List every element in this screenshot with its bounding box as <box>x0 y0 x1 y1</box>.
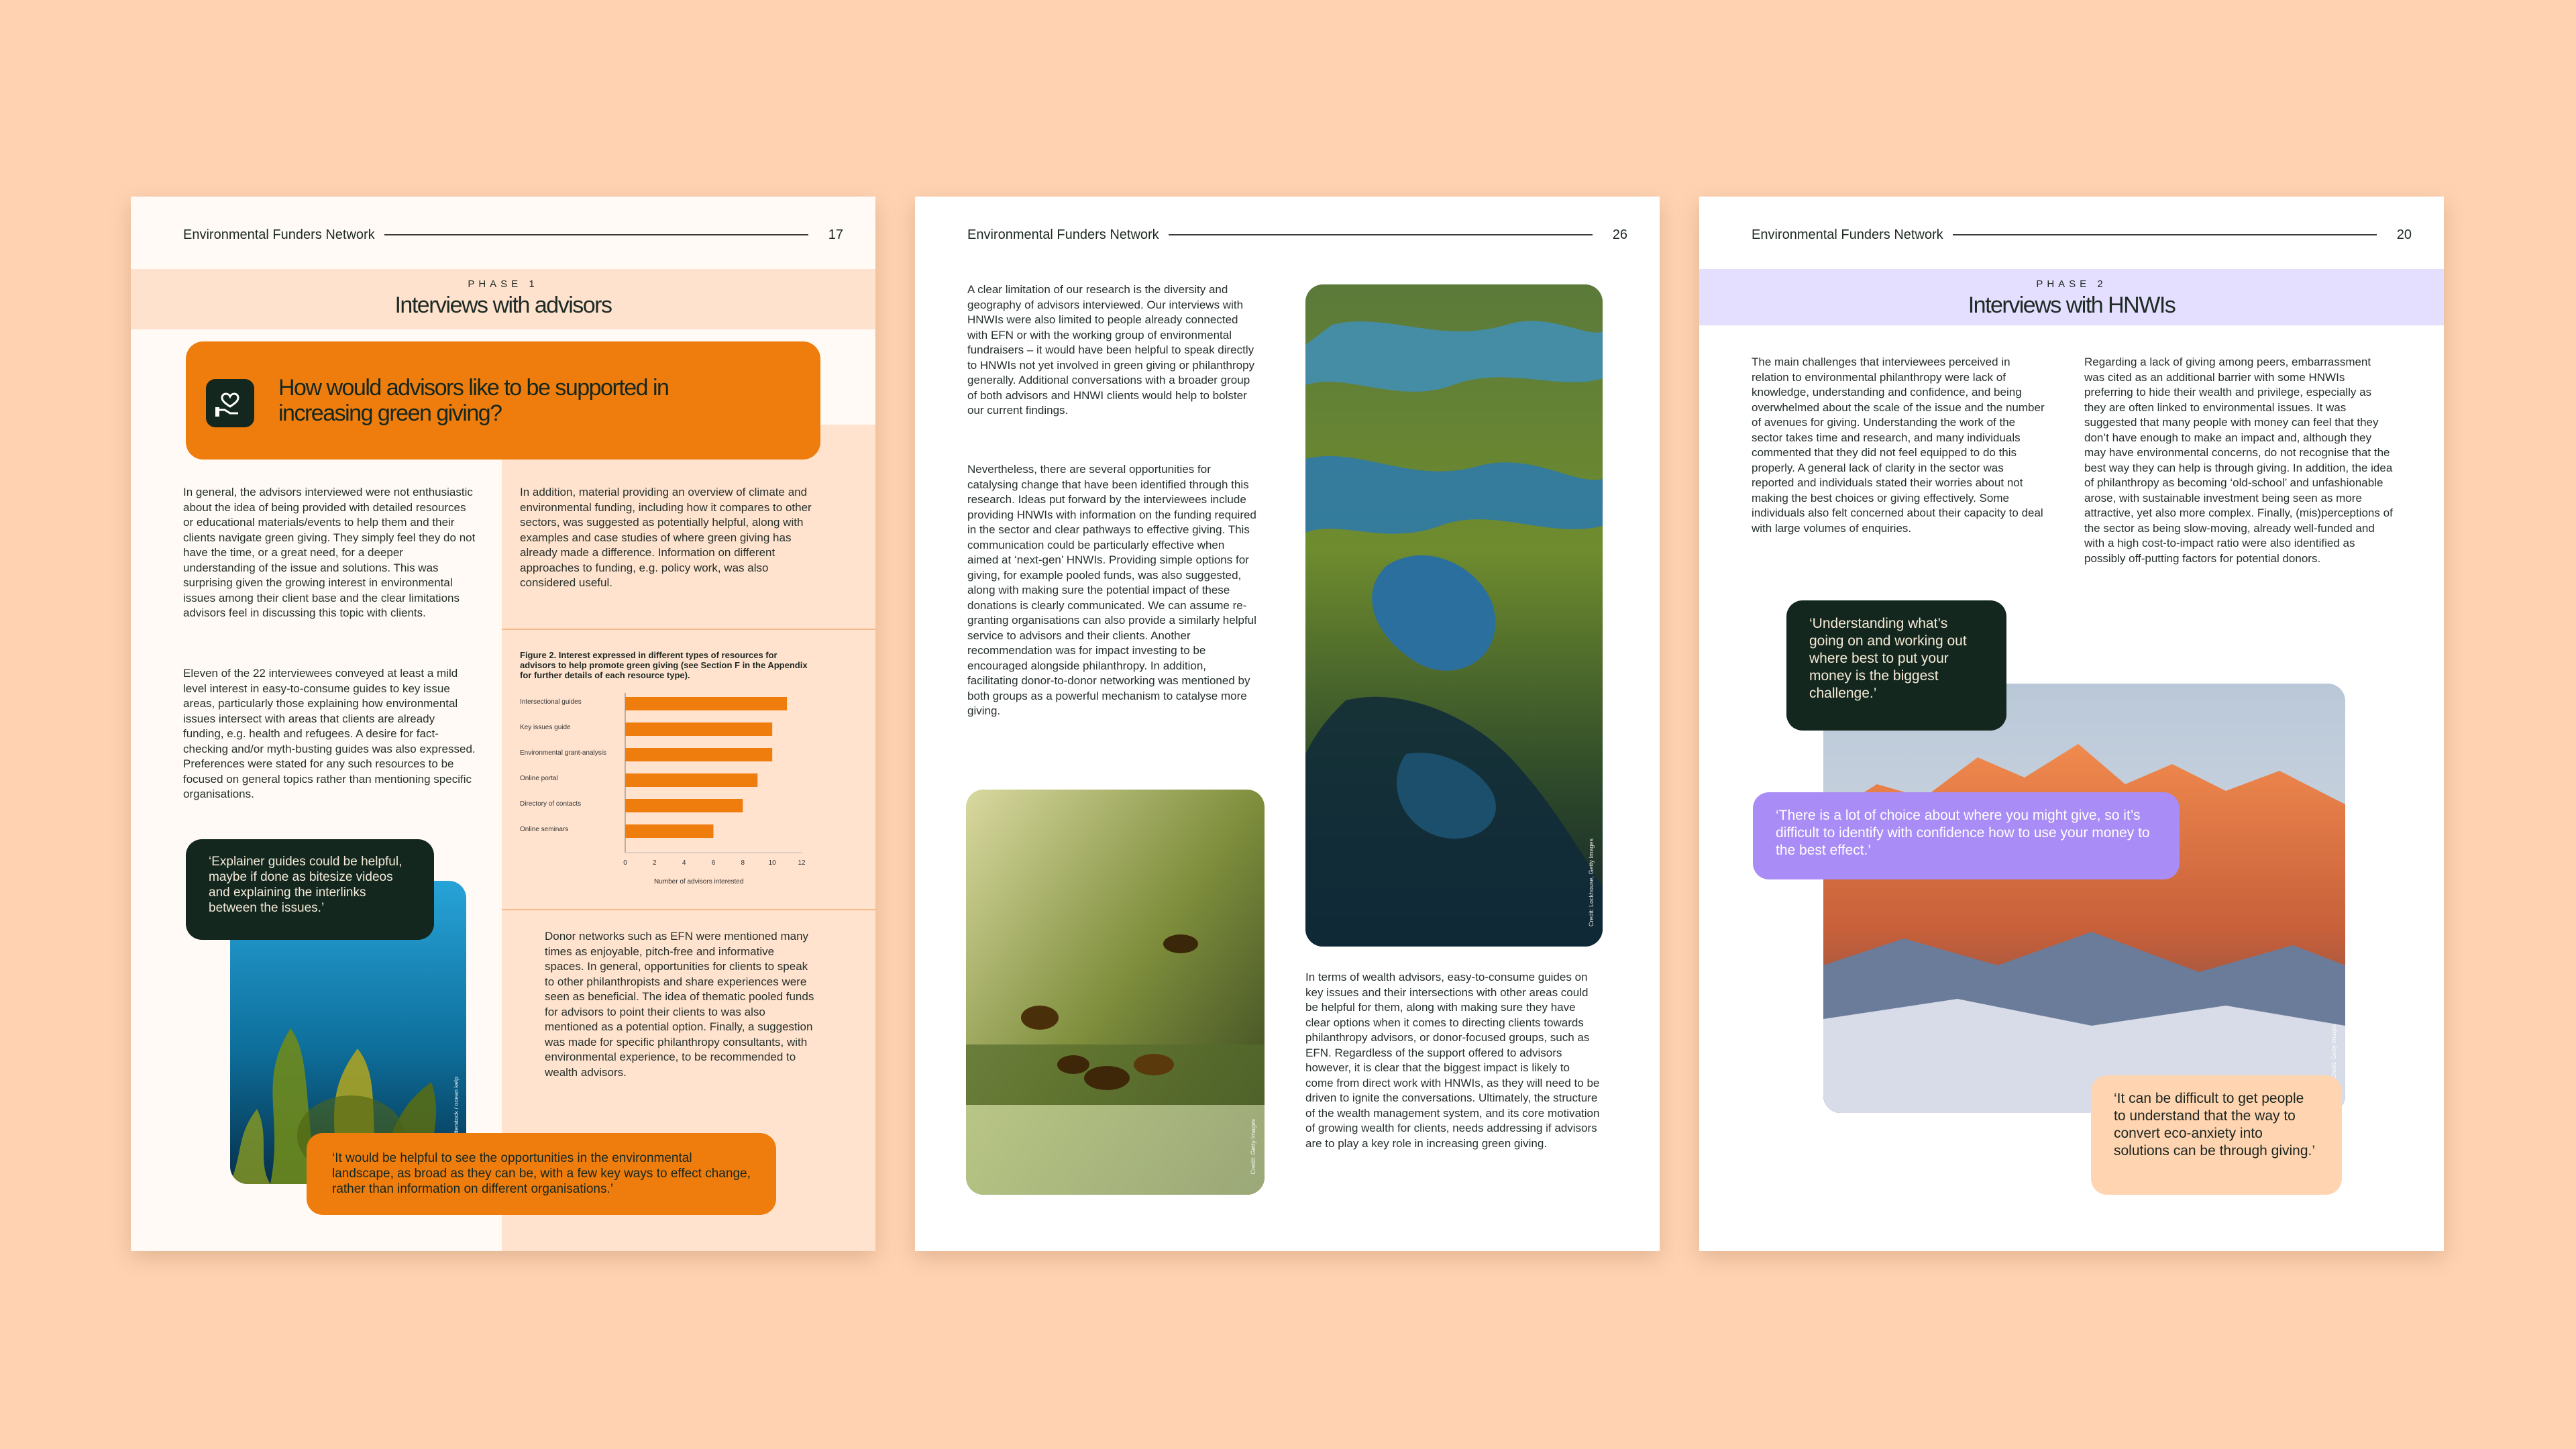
page-17: Environmental Funders Network 17 PHASE 1… <box>131 197 875 1251</box>
phase-label: PHASE 1 <box>468 278 539 290</box>
phase-band: PHASE 2 Interviews with HNWIs <box>1699 269 2444 325</box>
header-rule <box>384 234 808 235</box>
body-paragraph: In addition, material providing an overv… <box>520 486 812 589</box>
bees-photo: Credit: Getty Images <box>966 790 1265 1195</box>
chart-tick-label: 12 <box>798 859 806 867</box>
quote-bubble: ‘Understanding what’s going on and worki… <box>1786 600 2006 731</box>
section-title: Interviews with HNWIs <box>1968 292 2176 318</box>
page-header: Environmental Funders Network 17 <box>183 225 843 245</box>
chart-bar <box>625 824 714 838</box>
mountain-photo: Credit: Getty Images <box>1823 684 2345 1113</box>
chart-bar <box>625 748 773 761</box>
callout-question: How would advisors like to be supported … <box>278 375 669 426</box>
quote-bubble: ‘It can be difficult to get people to un… <box>2091 1075 2342 1195</box>
hand-heart-icon <box>206 379 254 427</box>
phase-label: PHASE 2 <box>2036 278 2107 290</box>
header-rule <box>1168 234 1593 235</box>
chart-plot: 0 2 4 6 8 10 12 <box>623 693 806 867</box>
org-name: Environmental Funders Network <box>1752 227 1943 242</box>
phase-band: PHASE 1 Interviews with advisors <box>131 269 875 329</box>
header-rule <box>1952 234 2377 235</box>
page-20: Environmental Funders Network 20 PHASE 2… <box>1699 197 2444 1251</box>
page-header: Environmental Funders Network 20 <box>1752 225 2412 245</box>
body-paragraph: Donor networks such as EFN were mentione… <box>545 930 814 1079</box>
quote-bubble: ‘It would be helpful to see the opportun… <box>307 1133 776 1215</box>
body-paragraph: In general, the advisors interviewed wer… <box>183 486 476 619</box>
body-paragraph: The main challenges that interviewees pe… <box>1752 356 2045 535</box>
body-paragraph: Nevertheless, there are several opportun… <box>967 463 1256 717</box>
org-name: Environmental Funders Network <box>183 227 375 242</box>
photo-credit: Credit: Getty Images <box>2330 1024 2337 1079</box>
panel-divider <box>502 909 875 910</box>
photo-credit: Credit: Getty Images <box>1250 1119 1256 1175</box>
panel-divider <box>502 629 875 630</box>
body-paragraph: Regarding a lack of giving among peers, … <box>2084 356 2393 565</box>
quote-bubble: ‘There is a lot of choice about where yo… <box>1753 792 2180 879</box>
body-paragraph: A clear limitation of our research is th… <box>967 283 1255 417</box>
page-number: 20 <box>2396 227 2412 242</box>
wetland-aerial-photo: Credit: Lockhouse, Getty Images <box>1305 284 1603 947</box>
chart-tick-label: 10 <box>769 859 777 867</box>
page-header: Environmental Funders Network 26 <box>967 225 1627 245</box>
body-paragraph: Eleven of the 22 interviewees conveyed a… <box>183 667 476 800</box>
chart-x-label: Number of advisors interested <box>654 878 744 885</box>
page-number: 26 <box>1612 227 1627 242</box>
chart-bar <box>625 697 788 710</box>
question-callout: How would advisors like to be supported … <box>186 341 820 460</box>
chart-bar <box>625 773 758 787</box>
chart-tick-label: 8 <box>741 859 745 867</box>
section-title: Interviews with advisors <box>394 292 612 318</box>
chart-bar <box>625 722 773 736</box>
chart-tick-label: 2 <box>653 859 657 867</box>
org-name: Environmental Funders Network <box>967 227 1159 242</box>
chart-tick-label: 0 <box>623 859 627 867</box>
chart-tick-label: 6 <box>712 859 716 867</box>
chart-bar <box>625 799 743 812</box>
page-26: Environmental Funders Network 26 A clear… <box>915 197 1660 1251</box>
body-paragraph: In terms of wealth advisors, easy-to-con… <box>1305 971 1600 1150</box>
page-number: 17 <box>828 227 843 242</box>
figure-2-chart: Figure 2. Interest expressed in differen… <box>520 650 815 898</box>
photo-credit: Credit: Lockhouse, Getty Images <box>1588 838 1595 926</box>
quote-bubble: ‘Explainer guides could be helpful, mayb… <box>186 839 434 940</box>
chart-tick-label: 4 <box>682 859 686 867</box>
